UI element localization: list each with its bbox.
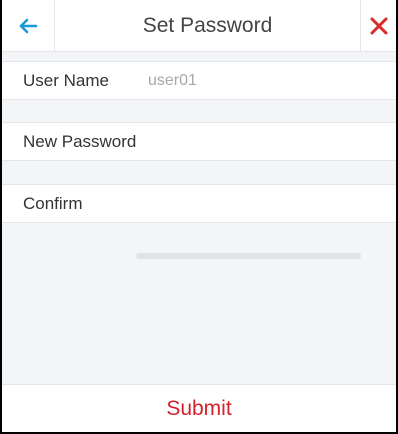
confirm-label: Confirm xyxy=(23,193,83,213)
new-password-input[interactable] xyxy=(148,123,396,160)
submit-button[interactable]: Submit xyxy=(2,384,396,432)
page-title: Set Password xyxy=(142,13,273,37)
new-password-row[interactable]: New Password xyxy=(2,122,396,161)
username-value: user01 xyxy=(148,71,197,89)
set-password-screen: Set Password User Name user01 New Passwo… xyxy=(0,0,398,434)
confirm-password-input[interactable] xyxy=(148,185,396,222)
arrow-left-icon xyxy=(19,18,38,33)
username-label: User Name xyxy=(23,70,109,90)
close-icon xyxy=(370,17,387,34)
confirm-row[interactable]: Confirm xyxy=(2,184,396,223)
username-row: User Name user01 xyxy=(2,61,396,100)
password-strength-bar xyxy=(136,253,361,259)
back-button[interactable] xyxy=(2,0,55,52)
close-button[interactable] xyxy=(360,0,396,52)
header-bar: Set Password xyxy=(2,0,396,52)
new-password-label: New Password xyxy=(23,131,137,151)
